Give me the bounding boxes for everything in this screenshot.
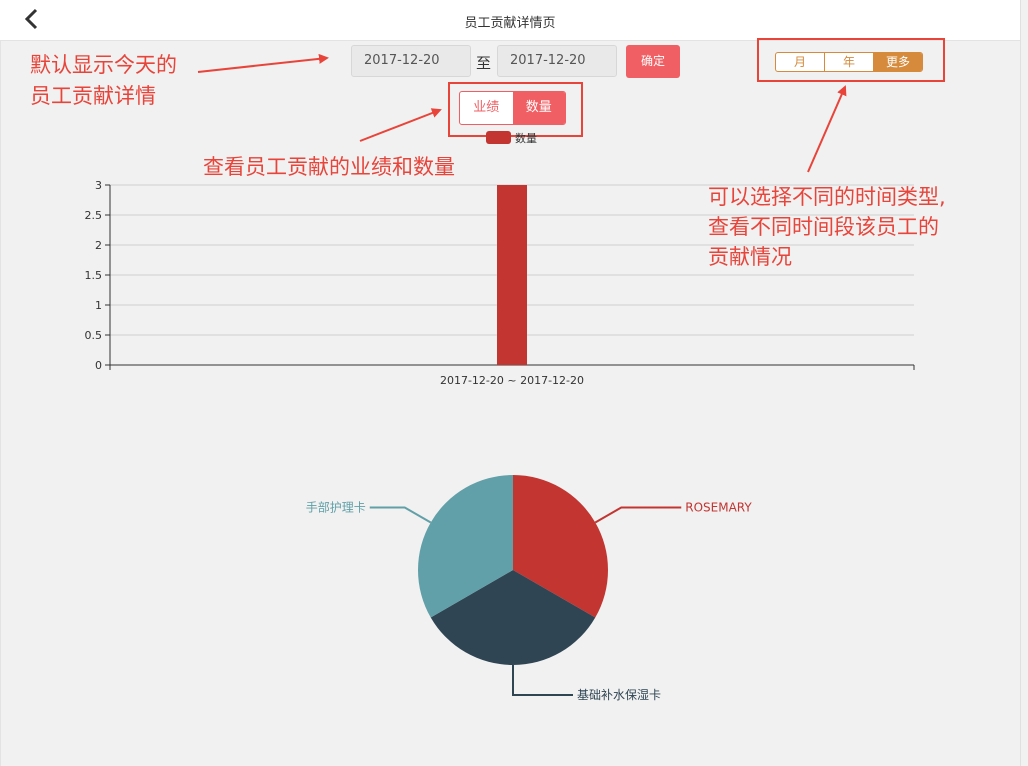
bar-chart: 0 0.5 1 1.5 2 2.5 3 2017-12-20 ~ 2017-12-20 数量 xyxy=(85,131,915,387)
charts-canvas: 0 0.5 1 1.5 2 2.5 3 2017-12-20 ~ 2017-12-20 数量 R… xyxy=(85,53,915,702)
pie-chart: ROSEMARY 基础补水保湿卡 手部护理卡 xyxy=(306,475,752,702)
y-tick-label: 3 xyxy=(95,179,102,192)
bar xyxy=(497,185,527,365)
annotation-arrow-date xyxy=(197,53,329,73)
x-tick-label: 2017-12-20 ~ 2017-12-20 xyxy=(440,374,584,387)
legend-swatch xyxy=(486,131,511,144)
y-tick-label: 1.5 xyxy=(85,269,103,282)
pie-label-line xyxy=(369,506,432,524)
pie-label: ROSEMARY xyxy=(685,501,752,515)
legend-label: 数量 xyxy=(515,132,537,145)
annotation-arrow-time xyxy=(807,85,847,173)
y-tick-label: 0.5 xyxy=(85,329,103,342)
pie-label-line xyxy=(594,506,682,524)
y-tick-label: 2.5 xyxy=(85,209,103,222)
y-tick-label: 2 xyxy=(95,239,102,252)
pie-label: 手部护理卡 xyxy=(306,500,366,515)
pie-label: 基础补水保湿卡 xyxy=(577,687,661,702)
y-tick-label: 0 xyxy=(95,359,102,372)
y-tick-label: 1 xyxy=(95,299,102,312)
annotation-arrow-metric xyxy=(359,108,442,142)
pie-label-line xyxy=(512,665,573,696)
